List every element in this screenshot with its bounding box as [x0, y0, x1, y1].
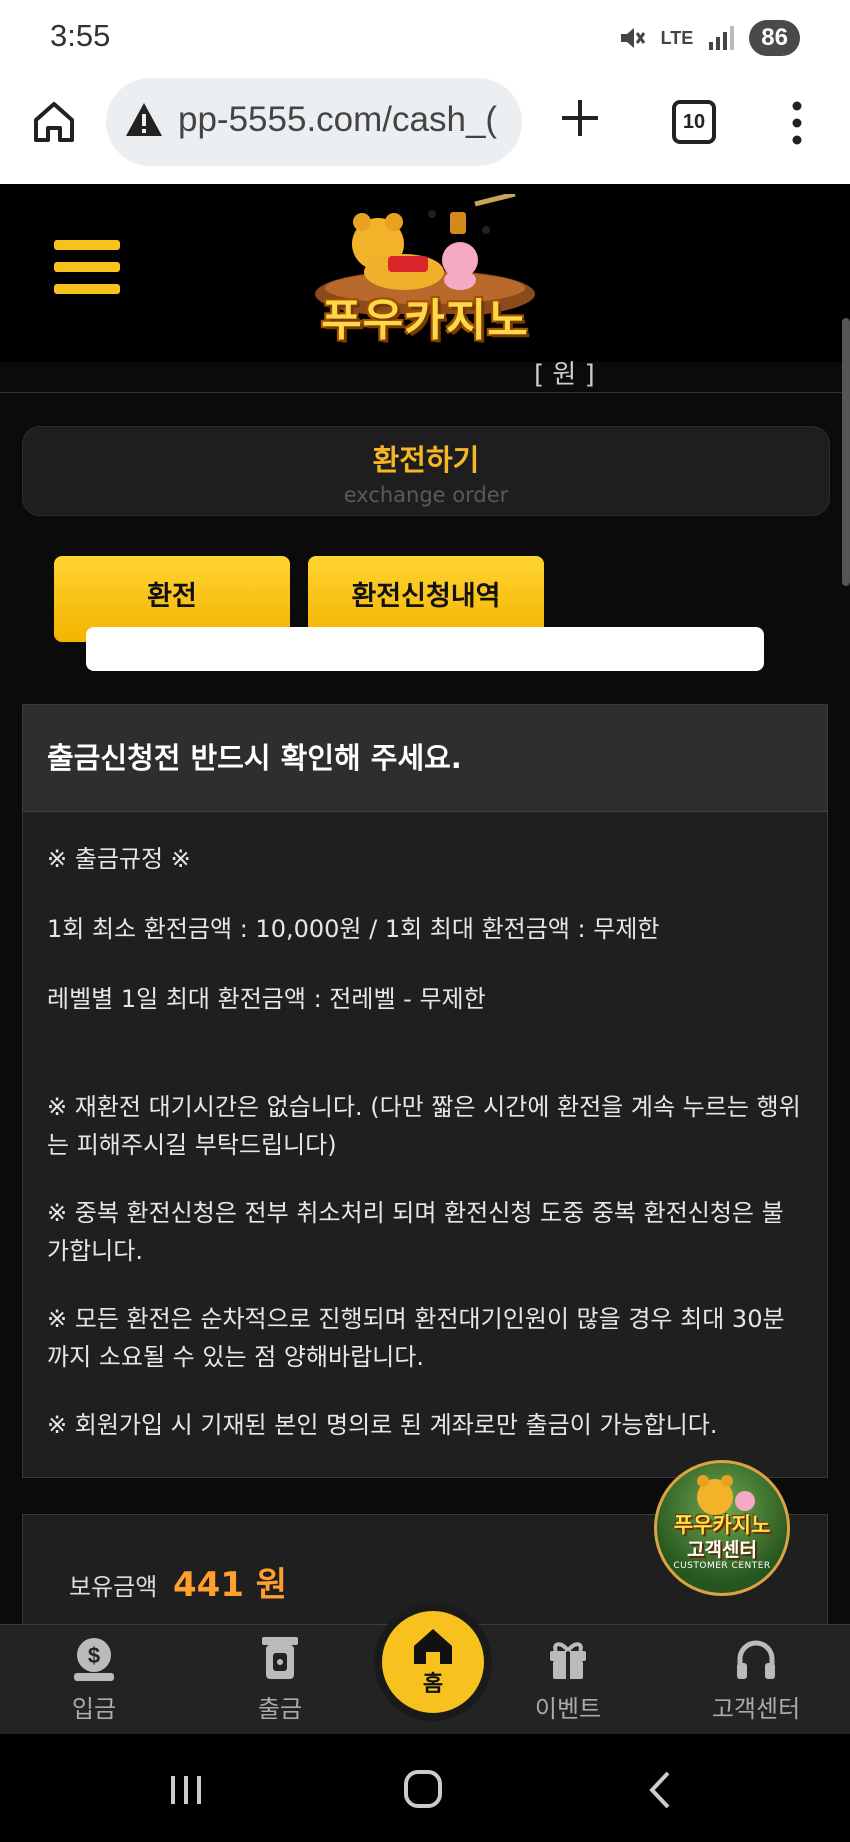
atm-icon [262, 1637, 298, 1679]
dollar-coin-icon: $ [74, 1638, 114, 1681]
url-text[interactable]: pp-5555.com/cash_( [178, 100, 497, 140]
nav-deposit[interactable]: $ 입금 [34, 1635, 154, 1724]
gift-icon [550, 1642, 586, 1679]
page-scrollbar[interactable] [842, 318, 850, 586]
nav-deposit-label: 입금 [71, 1695, 117, 1723]
notice-rule-title: ※ 출금규정 ※ [47, 845, 191, 873]
signal-icon [709, 26, 735, 50]
network-label: LTE [660, 27, 694, 48]
nav-event[interactable]: 이벤트 [508, 1635, 628, 1724]
more-menu-icon[interactable] [782, 98, 812, 148]
notice-min-max: 1회 최소 환전금액 : 10,000원 / 1회 최대 환전금액 : 무제한 [47, 915, 660, 943]
balance-amount: 441 원 [173, 1565, 288, 1605]
page-title-box: 환전하기 exchange order [22, 426, 830, 516]
battery-level: 86 [749, 20, 800, 56]
browser-home-icon[interactable] [30, 98, 78, 146]
mute-icon [620, 28, 645, 48]
nav-support-label: 고객센터 [711, 1695, 801, 1723]
nav-event-label: 이벤트 [534, 1695, 602, 1723]
header-strip: [ 원 ] [0, 360, 850, 393]
svg-text:$: $ [88, 1643, 100, 1668]
notice-order: ※ 모든 환전은 순차적으로 진행되며 환전대기인원이 많을 경우 최대 30분… [47, 1305, 785, 1371]
headset-icon [737, 1640, 775, 1679]
nav-home-label: 홈 [422, 1672, 444, 1697]
logo-text: 푸우카지노 [321, 295, 529, 346]
bottom-navigation: $ 입금 출금 홈 이벤트 고객센터 [0, 1603, 850, 1735]
new-tab-icon[interactable] [556, 94, 604, 142]
badge-subtitle: 고객센터 [687, 1539, 757, 1561]
casino-logo[interactable]: 푸우카지노 [300, 191, 550, 360]
tab-count-button[interactable]: 10 [672, 100, 716, 144]
page-subtitle: exchange order [343, 483, 509, 507]
notice-wait: ※ 재환전 대기시간은 없습니다. (다만 짧은 시간에 환전을 계속 누르는 … [47, 1093, 801, 1159]
site-header: 푸우카지노 [0, 184, 850, 362]
address-bar[interactable]: pp-5555.com/cash_( [106, 78, 522, 166]
hamburger-menu-icon[interactable] [54, 240, 120, 300]
recent-apps-icon[interactable] [168, 1774, 204, 1806]
nav-withdraw-label: 출금 [257, 1695, 303, 1723]
balance-label: 보유금액 [69, 1573, 158, 1601]
notice-daily-max: 레벨별 1일 최대 환전금액 : 전레벨 - 무제한 [47, 985, 486, 1013]
android-home-icon[interactable] [404, 1770, 442, 1808]
notice-account: ※ 회원가입 시 기재된 본인 명의로 된 계좌로만 출금이 가능합니다. [47, 1411, 718, 1439]
status-icons: LTE 86 [617, 20, 800, 56]
status-time: 3:55 [50, 18, 111, 53]
page-title: 환전하기 [372, 443, 480, 477]
android-navigation-bar [0, 1734, 850, 1842]
nav-withdraw[interactable]: 출금 [220, 1635, 340, 1724]
notice-heading: 출금신청전 반드시 확인해 주세요. [23, 705, 827, 812]
home-icon [414, 1629, 452, 1664]
notice-body: ※ 출금규정 ※ 1회 최소 환전금액 : 10,000원 / 1회 최대 환전… [23, 812, 827, 1444]
browser-toolbar: pp-5555.com/cash_( 10 [0, 74, 850, 185]
customer-center-badge[interactable]: 푸우카지노 고객센터 CUSTOMER CENTER [654, 1460, 790, 1596]
withdrawal-notice: 출금신청전 반드시 확인해 주세요. ※ 출금규정 ※ 1회 최소 환전금액 :… [22, 704, 828, 1478]
status-bar: 3:55 LTE 86 [0, 0, 850, 74]
header-strip-text: [ 원 ] [534, 360, 595, 390]
warning-icon[interactable] [124, 100, 164, 140]
nav-support[interactable]: 고객센터 [696, 1635, 816, 1724]
tab-underline-panel [86, 627, 764, 671]
badge-caption: CUSTOMER CENTER [673, 1561, 771, 1571]
nav-home[interactable]: 홈 [374, 1603, 492, 1721]
notice-duplicate: ※ 중복 환전신청은 전부 취소처리 되며 환전신청 도중 중복 환전신청은 불… [47, 1199, 784, 1265]
back-icon[interactable] [648, 1770, 672, 1810]
